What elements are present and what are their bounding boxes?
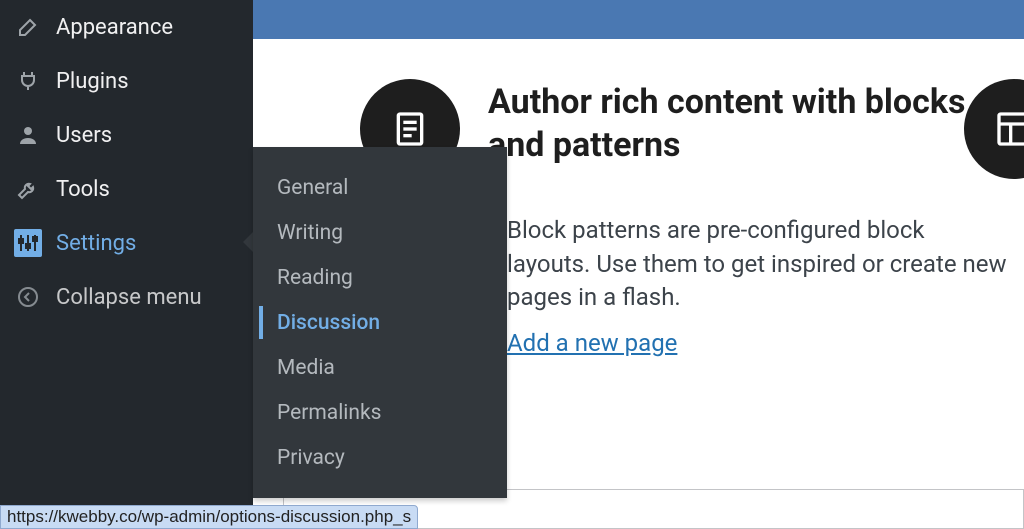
page-icon xyxy=(390,109,430,149)
submenu-label: Writing xyxy=(277,221,343,245)
submenu-item-writing[interactable]: Writing xyxy=(253,210,507,255)
sidebar-item-settings[interactable]: Settings xyxy=(0,216,253,270)
submenu-label: Permalinks xyxy=(277,401,382,425)
sidebar-item-label: Appearance xyxy=(56,15,173,40)
submenu-label: General xyxy=(277,176,348,200)
sidebar-item-plugins[interactable]: Plugins xyxy=(0,54,253,108)
submenu-item-permalinks[interactable]: Permalinks xyxy=(253,390,507,435)
statusbar-url: https://kwebby.co/wp-admin/options-discu… xyxy=(7,507,411,527)
sidebar-item-appearance[interactable]: Appearance xyxy=(0,0,253,54)
submenu-label: Privacy xyxy=(277,446,345,470)
submenu-item-media[interactable]: Media xyxy=(253,345,507,390)
admin-sidebar: Appearance Plugins Users Tools xyxy=(0,0,253,529)
collapse-icon xyxy=(14,283,42,311)
brush-icon xyxy=(14,13,42,41)
user-icon xyxy=(14,121,42,149)
panel-heading: Author rich content with blocks and patt… xyxy=(488,81,1008,166)
panel-description: Block patterns are pre-configured block … xyxy=(507,214,1007,315)
sidebar-item-label: Users xyxy=(56,123,112,148)
sidebar-item-label: Collapse menu xyxy=(56,285,202,310)
submenu-item-reading[interactable]: Reading xyxy=(253,255,507,300)
submenu-label: Discussion xyxy=(277,311,380,335)
sidebar-item-label: Plugins xyxy=(56,69,129,94)
sidebar-item-users[interactable]: Users xyxy=(0,108,253,162)
submenu-label: Media xyxy=(277,356,335,380)
submenu-item-general[interactable]: General xyxy=(253,165,507,210)
browser-statusbar: https://kwebby.co/wp-admin/options-discu… xyxy=(0,505,418,529)
submenu-item-privacy[interactable]: Privacy xyxy=(253,435,507,480)
submenu-item-discussion[interactable]: Discussion xyxy=(253,300,507,345)
plug-icon xyxy=(14,67,42,95)
banner-strip xyxy=(253,0,1024,39)
submenu-label: Reading xyxy=(277,266,353,290)
sidebar-item-tools[interactable]: Tools xyxy=(0,162,253,216)
wrench-icon xyxy=(14,175,42,203)
settings-submenu: General Writing Reading Discussion Media… xyxy=(253,147,507,498)
sidebar-item-label: Tools xyxy=(56,177,110,202)
sliders-icon xyxy=(14,229,42,257)
add-new-page-link[interactable]: Add a new page xyxy=(507,329,677,357)
sidebar-item-label: Settings xyxy=(56,231,136,256)
sidebar-item-collapse[interactable]: Collapse menu xyxy=(0,270,253,324)
